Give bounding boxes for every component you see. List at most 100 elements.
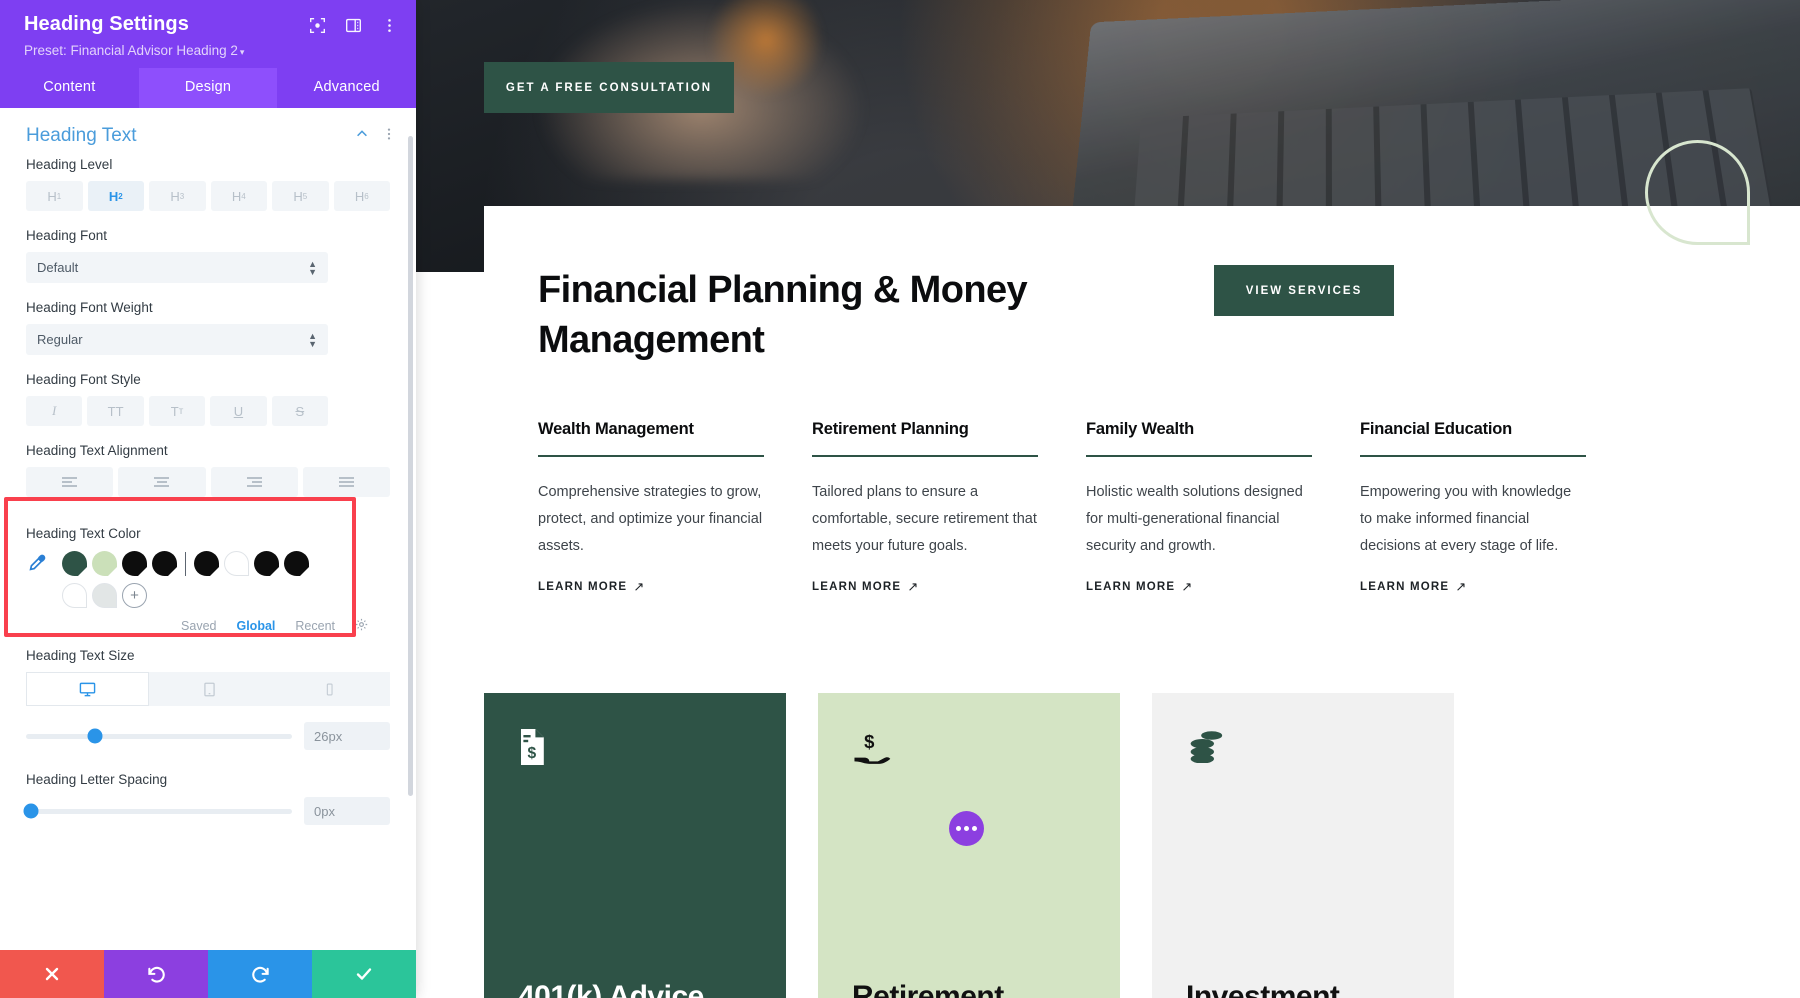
learn-more-label: LEARN MORE bbox=[1086, 581, 1176, 594]
section-title: Heading Text bbox=[26, 125, 137, 146]
document-dollar-icon: $ bbox=[518, 729, 752, 787]
arrow-up-right-icon: ↗ bbox=[1181, 579, 1194, 595]
font-style-underline[interactable]: U bbox=[210, 396, 267, 426]
more-vertical-icon[interactable] bbox=[381, 17, 398, 34]
font-style-italic[interactable]: I bbox=[26, 396, 83, 426]
heading-text-size-value[interactable]: 26px bbox=[304, 722, 390, 750]
color-swatch[interactable] bbox=[254, 551, 279, 576]
slider-knob[interactable] bbox=[23, 803, 39, 819]
color-swatch[interactable] bbox=[62, 583, 87, 608]
preset-selector[interactable]: Preset: Financial Advisor Heading 2 ▾ bbox=[24, 43, 398, 58]
align-center-icon bbox=[154, 477, 170, 487]
add-color-button[interactable]: + bbox=[122, 583, 147, 608]
tab-advanced[interactable]: Advanced bbox=[277, 68, 416, 108]
heading-text-color-field: Heading Text Color + Saved Global Recent bbox=[0, 514, 416, 636]
heading-text-alignment-field: Heading Text Alignment bbox=[0, 443, 416, 497]
tablet-icon[interactable] bbox=[148, 672, 270, 706]
learn-more-link[interactable]: LEARN MORE ↗ bbox=[538, 579, 645, 595]
heading-font-style-label: Heading Font Style bbox=[26, 372, 141, 387]
panel-body: Heading Text Heading Level H1 H2 H3 H 4 … bbox=[0, 108, 416, 950]
service-body: Holistic wealth solutions designed for m… bbox=[1086, 484, 1303, 554]
tab-design[interactable]: Design bbox=[138, 68, 278, 108]
color-swatch[interactable] bbox=[194, 551, 219, 576]
arrow-up-right-icon: ↗ bbox=[633, 579, 646, 595]
heading-letter-spacing-label: Heading Letter Spacing bbox=[26, 772, 168, 787]
phone-icon[interactable] bbox=[269, 672, 391, 706]
color-swatch[interactable] bbox=[92, 551, 117, 576]
align-center-button[interactable] bbox=[118, 467, 206, 497]
heading-font-label: Heading Font bbox=[26, 228, 108, 243]
feature-card[interactable]: Investment bbox=[1152, 693, 1454, 998]
color-source-tabs: Saved Global Recent bbox=[26, 608, 390, 634]
color-swatch[interactable] bbox=[152, 551, 177, 576]
card-title: Retirement bbox=[852, 980, 1004, 998]
learn-more-link[interactable]: LEARN MORE ↗ bbox=[1360, 579, 1467, 595]
app-screen: Heading Settings Preset: Financial Advis… bbox=[0, 0, 1800, 998]
heading-font-weight-label: Heading Font Weight bbox=[26, 300, 153, 315]
color-swatch[interactable] bbox=[284, 551, 309, 576]
heading-level-h4[interactable]: H4 bbox=[210, 181, 267, 211]
undo-button[interactable] bbox=[104, 950, 208, 998]
element-options-badge[interactable] bbox=[949, 811, 984, 846]
heading-level-h1[interactable]: H1 bbox=[26, 181, 83, 211]
slider-knob[interactable] bbox=[87, 728, 103, 744]
learn-more-link[interactable]: LEARN MORE ↗ bbox=[812, 579, 919, 595]
tab-content[interactable]: Content bbox=[0, 68, 139, 108]
service-title: Financial Education bbox=[1360, 420, 1513, 438]
font-style-smallcaps[interactable]: Tт bbox=[148, 396, 206, 426]
color-swatch[interactable] bbox=[122, 551, 147, 576]
focus-icon[interactable] bbox=[309, 17, 326, 34]
gear-icon[interactable] bbox=[355, 618, 368, 634]
get-free-consultation-button[interactable]: GET A FREE CONSULTATION bbox=[484, 62, 734, 113]
card-title: Investment bbox=[1186, 980, 1340, 998]
eyedropper-icon[interactable] bbox=[26, 554, 62, 574]
learn-more-link[interactable]: LEARN MORE ↗ bbox=[1086, 579, 1193, 595]
color-swatch[interactable] bbox=[62, 551, 87, 576]
heading-level-h2[interactable]: H2 bbox=[87, 181, 144, 211]
learn-more-label: LEARN MORE bbox=[538, 581, 628, 594]
color-swatch[interactable] bbox=[224, 551, 249, 576]
color-tab-saved[interactable]: Saved bbox=[181, 619, 216, 633]
align-left-button[interactable] bbox=[26, 467, 114, 497]
color-swatch[interactable] bbox=[92, 583, 117, 608]
feature-card[interactable]: $ 401(k) Advice bbox=[484, 693, 786, 998]
heading-level-h6[interactable]: H6 bbox=[333, 181, 390, 211]
chevron-up-icon[interactable] bbox=[355, 127, 369, 146]
page-heading[interactable]: Financial Planning & Money Management bbox=[538, 265, 1098, 365]
service-rule bbox=[538, 455, 764, 457]
view-services-button[interactable]: VIEW SERVICES bbox=[1214, 265, 1394, 316]
preset-label: Preset: Financial Advisor Heading 2 bbox=[24, 43, 238, 58]
align-justify-button[interactable] bbox=[302, 467, 390, 497]
color-tab-global[interactable]: Global bbox=[236, 619, 275, 633]
chevron-updown-icon: ▲ ▼ bbox=[308, 330, 317, 349]
heading-text-size-slider[interactable] bbox=[26, 728, 292, 744]
heading-font-field: Heading Font Default ▲ ▼ bbox=[0, 228, 416, 283]
save-button[interactable] bbox=[312, 950, 416, 998]
align-right-button[interactable] bbox=[210, 467, 298, 497]
layout-icon[interactable] bbox=[345, 17, 362, 34]
font-style-strikethrough[interactable]: S bbox=[271, 396, 329, 426]
more-vertical-icon[interactable] bbox=[382, 127, 396, 146]
service-body: Empowering you with knowledge to make in… bbox=[1360, 484, 1572, 554]
redo-button[interactable] bbox=[208, 950, 312, 998]
heading-font-weight-value: Regular bbox=[37, 332, 83, 347]
service-column: Retirement Planning Tailored plans to en… bbox=[812, 420, 1038, 595]
service-title: Family Wealth bbox=[1086, 420, 1195, 438]
service-column: Wealth Management Comprehensive strategi… bbox=[538, 420, 764, 595]
color-tab-recent[interactable]: Recent bbox=[295, 619, 335, 633]
align-left-icon bbox=[62, 477, 78, 487]
desktop-icon[interactable] bbox=[26, 672, 149, 706]
heading-letter-spacing-value[interactable]: 0px bbox=[304, 797, 390, 825]
cancel-button[interactable] bbox=[0, 950, 104, 998]
heading-font-select[interactable]: Default ▲ ▼ bbox=[26, 252, 328, 283]
heading-level-h3[interactable]: H3 bbox=[149, 181, 206, 211]
heading-text-size-label: Heading Text Size bbox=[26, 648, 135, 663]
heading-font-weight-select[interactable]: Regular ▲ ▼ bbox=[26, 324, 328, 355]
panel-footer bbox=[0, 950, 416, 998]
font-style-uppercase[interactable]: TT bbox=[87, 396, 144, 426]
heading-level-label: Heading Level bbox=[26, 157, 113, 172]
panel-scrollbar[interactable] bbox=[408, 136, 413, 796]
service-rule bbox=[812, 455, 1038, 457]
heading-level-h5[interactable]: H5 bbox=[272, 181, 329, 211]
heading-letter-spacing-slider[interactable] bbox=[23, 803, 292, 819]
